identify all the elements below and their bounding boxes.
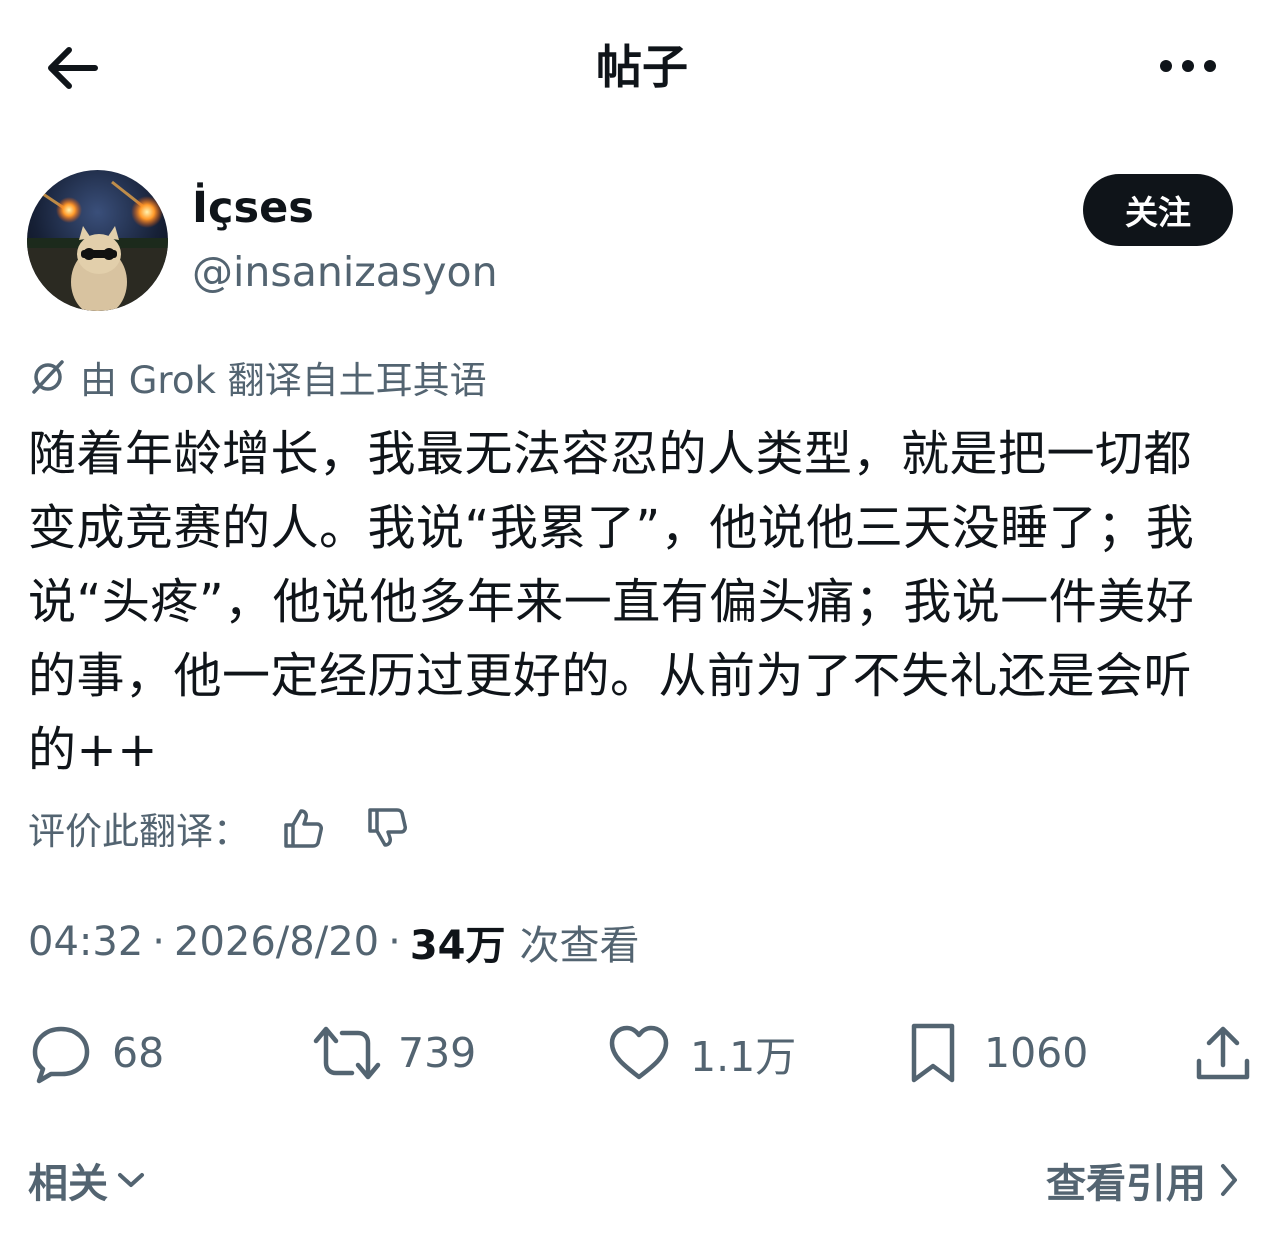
thumbs-down-icon xyxy=(368,808,407,847)
rate-translation-row: 评价此翻译： xyxy=(28,800,414,856)
thumbs-up-icon xyxy=(284,809,323,848)
more-options-button[interactable] xyxy=(1156,40,1220,92)
page-title: 帖子 xyxy=(596,40,688,94)
user-handle[interactable]: @insanizasyon xyxy=(192,243,498,301)
like-count: 1.1万 xyxy=(690,1033,797,1081)
avatar-image xyxy=(27,170,168,311)
repost-button[interactable]: 739 xyxy=(312,1015,476,1091)
view-quotes-label: 查看引用 xyxy=(1046,1161,1206,1207)
views-label: 次查看 xyxy=(519,923,640,969)
thumbs-up-button[interactable] xyxy=(276,801,330,855)
view-quotes-link[interactable]: 查看引用 xyxy=(1046,1145,1246,1215)
bookmark-count: 1060 xyxy=(984,1029,1089,1077)
bookmark-button[interactable]: 1060 xyxy=(898,1015,1088,1091)
repost-count: 739 xyxy=(398,1029,477,1077)
tweet-text: 随着年龄增长，我最无法容忍的人类型，就是把一切都变成竞赛的人。我说“我累了”，他… xyxy=(28,426,1195,778)
top-bar: 帖子 xyxy=(0,0,1284,135)
repost-icon xyxy=(312,1018,382,1088)
separator-dot: · xyxy=(388,919,401,965)
thumbs-down-button[interactable] xyxy=(360,801,414,855)
share-icon xyxy=(1188,1018,1258,1088)
related-dropdown[interactable]: 相关 xyxy=(28,1145,148,1215)
reply-count: 68 xyxy=(112,1029,165,1077)
views-count[interactable]: 34万 xyxy=(410,913,506,971)
chevron-down-icon xyxy=(114,1160,148,1200)
separator-dot: · xyxy=(152,919,165,965)
footer-row: 相关 查看引用 xyxy=(0,1145,1284,1215)
post-date[interactable]: 2026/8/20 xyxy=(174,919,379,965)
translation-note-text: 由 Grok 翻译自土耳其语 xyxy=(80,359,487,402)
author-row: İçses @insanizasyon 关注 xyxy=(0,165,1284,315)
post-time[interactable]: 04:32 xyxy=(28,919,143,965)
heart-icon xyxy=(604,1018,674,1088)
grok-icon xyxy=(28,357,68,397)
related-label: 相关 xyxy=(28,1161,108,1207)
action-bar: 68 739 1.1万 1060 xyxy=(0,1015,1284,1091)
bookmark-icon xyxy=(898,1018,968,1088)
more-horizontal-icon xyxy=(1160,60,1216,72)
tweet-meta: 04:32 · 2026/8/20 · 34万 次查看 xyxy=(28,912,640,972)
follow-button[interactable]: 关注 xyxy=(1083,174,1233,246)
like-button[interactable]: 1.1万 xyxy=(604,1015,796,1091)
rate-translation-label: 评价此翻译： xyxy=(28,810,250,853)
reply-icon xyxy=(26,1018,96,1088)
chevron-right-icon xyxy=(1212,1160,1246,1200)
avatar[interactable] xyxy=(27,170,168,311)
share-button[interactable] xyxy=(1188,1015,1274,1091)
translation-note: 由 Grok 翻译自土耳其语 xyxy=(28,350,487,404)
display-name[interactable]: İçses xyxy=(192,179,314,237)
reply-button[interactable]: 68 xyxy=(26,1015,164,1091)
